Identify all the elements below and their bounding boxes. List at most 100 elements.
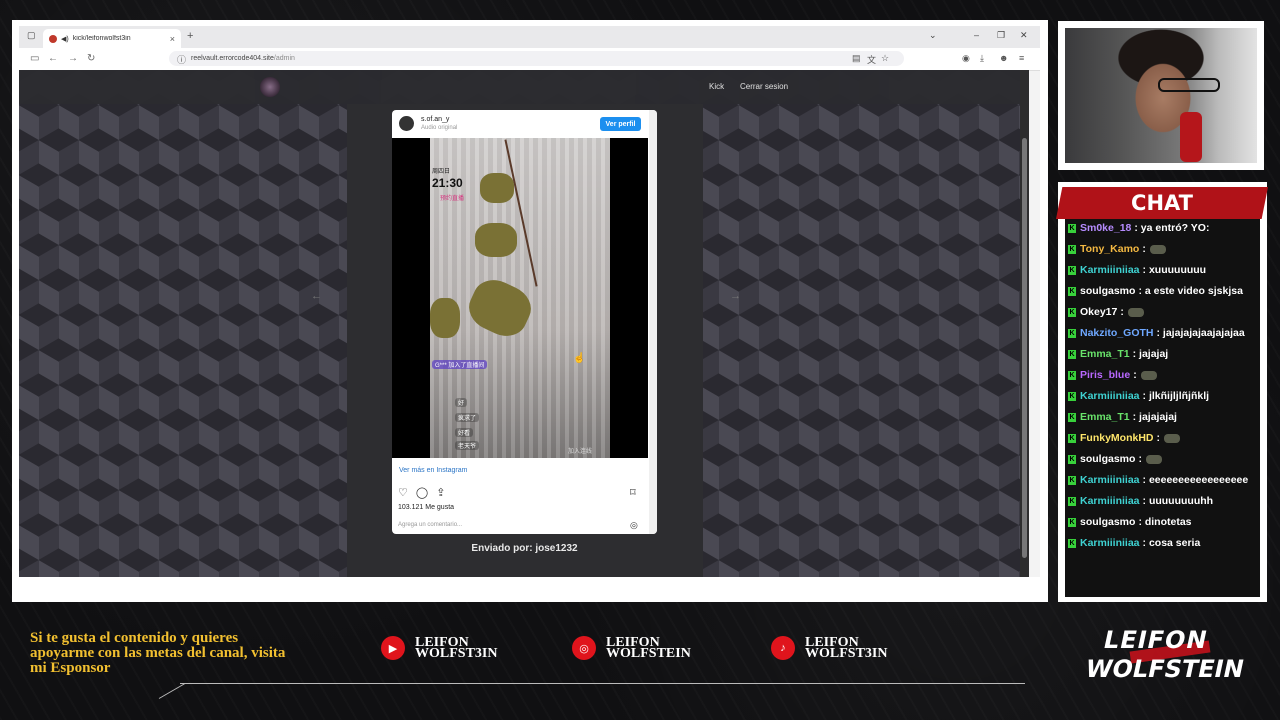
save-bookmark-icon[interactable]: ⌑ — [630, 486, 636, 499]
video-join-line: G*** 加入了直播间 — [432, 360, 488, 369]
chat-username[interactable]: Okey17 — [1080, 306, 1117, 318]
chat-text: : ya entró? YO: — [1134, 222, 1210, 234]
downloads-icon[interactable]: ⤓ — [980, 53, 984, 64]
tab-bar: ▢ ◀) kick/leifonwolfst3in × + ⌄ – ❐ ✕ — [19, 26, 1040, 48]
dino-puppet-4 — [430, 298, 460, 338]
chat-username[interactable]: Karmiiiniiaa — [1080, 264, 1140, 276]
chat-username[interactable]: FunkyMonkHD — [1080, 432, 1154, 444]
kick-badge-icon: K — [1068, 307, 1076, 317]
nav-kick-link[interactable]: Kick — [709, 82, 724, 91]
sidebar-icon[interactable]: ▭ — [30, 53, 39, 64]
see-more-link[interactable]: Ver más en Instagram — [399, 467, 467, 474]
chat-text: : — [1120, 306, 1124, 318]
chat-username[interactable]: Karmiiiniiaa — [1080, 474, 1140, 486]
extension-icon[interactable]: ◉ — [962, 53, 970, 64]
video-comment-4: 老天爷 — [455, 441, 480, 450]
kick-badge-icon: K — [1068, 412, 1076, 422]
reload-button[interactable]: ↻ — [87, 53, 95, 64]
tab-list-icon[interactable]: ▢ — [27, 30, 36, 41]
webcam-video — [1065, 28, 1257, 163]
menu-icon[interactable]: ≡ — [1019, 53, 1024, 63]
chat-username[interactable]: soulgasmo — [1080, 516, 1135, 528]
next-arrow-icon[interactable]: → — [730, 290, 741, 302]
chat-username[interactable]: Karmiiiniiaa — [1080, 495, 1140, 507]
ig-video[interactable]: 周四日 21:30 预约直播 G*** 加入了直播间 好 疯求了 好看 老天爷 … — [392, 138, 648, 458]
chat-username[interactable]: soulgasmo — [1080, 285, 1135, 297]
close-window-button[interactable]: ✕ — [1020, 30, 1028, 41]
chat-username[interactable]: soulgasmo — [1080, 453, 1135, 465]
tiktok-social: ♪ LEIFON WOLFST3IN — [771, 636, 888, 661]
minimize-button[interactable]: – — [974, 30, 979, 40]
instagram-embed: s.of.an_y Audio original Ver perfil 周四日 … — [392, 110, 657, 534]
sent-by-label: Enviado por: jose1232 — [471, 543, 578, 554]
video-frame: 周四日 21:30 预约直播 G*** 加入了直播间 好 疯求了 好看 老天爷 … — [430, 138, 610, 458]
tiktok-handle-line2: WOLFST3IN — [805, 646, 888, 661]
tiktok-handle: LEIFON WOLFST3IN — [805, 636, 888, 661]
chat-message: K Sm0ke_18: ya entró? YO: — [1068, 220, 1258, 237]
chat-message: K Karmiiiniiaa: uuuuuuuuhh — [1068, 493, 1258, 510]
forward-button[interactable]: → — [68, 53, 78, 64]
ig-scrollbar[interactable] — [649, 110, 657, 534]
new-tab-button[interactable]: + — [187, 30, 193, 42]
ig-username[interactable]: s.of.an_y — [421, 116, 449, 123]
chat-text: : cosa seria — [1142, 537, 1201, 549]
reader-icon[interactable]: ▤ — [852, 53, 861, 64]
glasses-shape — [1158, 78, 1220, 92]
tab-close-icon[interactable]: × — [170, 34, 175, 44]
audio-icon[interactable]: ◀) — [61, 35, 69, 43]
chat-username[interactable]: Karmiiiniiaa — [1080, 537, 1140, 549]
restore-button[interactable]: ❐ — [997, 30, 1005, 41]
tab-search-icon[interactable]: ⌄ — [929, 30, 937, 41]
chat-title: CHAT — [1131, 191, 1193, 215]
youtube-icon: ▶ — [381, 636, 405, 660]
ig-avatar[interactable] — [399, 116, 414, 131]
chat-username[interactable]: Emma_T1 — [1080, 411, 1130, 423]
view-profile-button[interactable]: Ver perfil — [600, 117, 641, 131]
chat-text: : xuuuuuuuu — [1142, 264, 1207, 276]
instagram-social: ◎ LEIFON WOLFSTEIN — [572, 636, 691, 661]
video-pink-label: 预约直播 — [440, 196, 465, 202]
chat-emote-icon — [1164, 433, 1180, 443]
ig-audio-label[interactable]: Audio original — [421, 125, 457, 131]
address-bar[interactable]: reelvault.errorcode404.site/admin — [169, 51, 904, 66]
chat-username[interactable]: Nakzito_GOTH — [1080, 327, 1154, 339]
site-logo[interactable] — [260, 77, 280, 97]
kick-badge-icon: K — [1068, 496, 1076, 506]
kick-badge-icon: K — [1068, 328, 1076, 338]
video-comment-1: 好 — [455, 398, 468, 407]
comment-input[interactable]: Agrega un comentario... — [398, 522, 462, 528]
chat-username[interactable]: Emma_T1 — [1080, 348, 1130, 360]
page-scrollbar[interactable] — [1020, 70, 1029, 577]
chat-username[interactable]: Tony_Kamo — [1080, 243, 1139, 255]
tiktok-icon: ♪ — [771, 636, 795, 660]
page-scroll-thumb[interactable] — [1022, 138, 1027, 558]
share-icon[interactable]: ⇪ — [436, 486, 445, 499]
chat-text: : dinotetas — [1138, 516, 1192, 528]
translate-icon[interactable]: 文 — [867, 53, 876, 66]
chat-username[interactable]: Piris_blue — [1080, 369, 1130, 381]
profile-icon[interactable]: ☻ — [999, 53, 1008, 63]
site-info-icon[interactable]: ⓘ — [177, 53, 186, 66]
prev-arrow-icon[interactable]: ← — [311, 290, 322, 302]
chat-username[interactable]: Karmiiiniiaa — [1080, 390, 1140, 402]
chat-message: K Okey17: — [1068, 304, 1258, 321]
chat-message: Ksoulgasmo: — [1068, 451, 1258, 468]
bookmark-star-icon[interactable]: ☆ — [881, 53, 889, 64]
chat-username[interactable]: Sm0ke_18 — [1080, 222, 1131, 234]
comment-icon[interactable]: ◯ — [416, 486, 428, 499]
chat-text: : — [1133, 369, 1137, 381]
instagram-logo-icon[interactable]: ◎ — [630, 520, 638, 531]
back-button[interactable]: ← — [48, 53, 58, 64]
chat-text: : jajajajajaajajajaa — [1156, 327, 1245, 339]
kick-badge-icon: K — [1068, 265, 1076, 275]
chat-emote-icon — [1140, 370, 1157, 380]
chat-emote-icon — [1127, 307, 1144, 317]
instagram-handle-line2: WOLFSTEIN — [606, 646, 691, 661]
chat-messages: K Sm0ke_18: ya entró? YO: K Tony_Kamo: K Karm… — [1068, 220, 1258, 556]
tab-favicon-icon — [49, 34, 57, 43]
nav-logout-link[interactable]: Cerrar sesion — [740, 82, 788, 91]
chat-text: : — [1138, 453, 1142, 465]
browser-tab[interactable]: ◀) kick/leifonwolfst3in × — [43, 29, 181, 48]
like-heart-icon[interactable]: ♡ — [398, 486, 408, 499]
kick-badge-icon: K — [1068, 286, 1076, 296]
